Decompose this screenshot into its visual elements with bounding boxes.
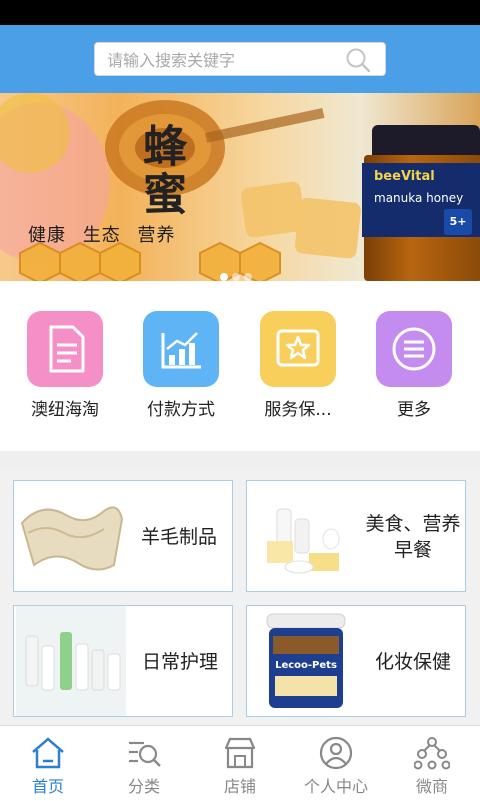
category-more[interactable]: 更多 xyxy=(364,311,464,420)
search-icon[interactable] xyxy=(345,47,371,73)
tab-label: 微商 xyxy=(415,777,448,796)
tab-label: 个人中心 xyxy=(303,777,368,796)
search-input[interactable] xyxy=(107,49,337,71)
tab-profile[interactable]: 个人中心 xyxy=(288,726,384,801)
tab-category[interactable]: 分类 xyxy=(96,726,192,801)
product-tile-wool[interactable]: 羊毛制品 xyxy=(13,480,233,592)
category-payment[interactable]: 付款方式 xyxy=(131,311,231,420)
wool-product-image xyxy=(20,506,124,571)
carousel-dot[interactable] xyxy=(232,273,240,281)
category-label: 澳纽海淘 xyxy=(31,400,99,420)
category-label: 服务保... xyxy=(264,400,332,420)
product-label: 美食、营养早餐 xyxy=(365,513,461,561)
carousel-dot[interactable] xyxy=(244,273,252,281)
home-icon xyxy=(32,737,64,769)
honey-jar-image: beeVital manuka honey 5+ xyxy=(362,125,480,281)
bottom-tab-bar: 首页 分类 店铺 个人中心 微商 xyxy=(0,725,480,800)
skincare-product-image xyxy=(16,606,126,716)
category-service[interactable]: 服务保... xyxy=(248,311,348,420)
header xyxy=(0,25,480,93)
pet-health-product-image: Lecoo-Pets xyxy=(266,613,346,708)
star-badge-icon xyxy=(260,311,336,387)
banner-tagline: 健康 生态 营养 xyxy=(28,225,176,246)
product-label: 羊毛制品 xyxy=(140,526,217,548)
promo-banner[interactable]: 蜂蜜 健康 生态 营养 beeVital manuka honey 5+ xyxy=(0,93,480,281)
search-box[interactable] xyxy=(94,42,386,76)
category-label: 付款方式 xyxy=(147,400,215,420)
section-divider xyxy=(0,451,480,469)
menu-icon xyxy=(376,311,452,387)
tab-label: 分类 xyxy=(127,777,160,796)
carousel-dot[interactable] xyxy=(220,273,228,281)
product-tile-health[interactable]: Lecoo-Pets 化妆保健 xyxy=(246,605,466,717)
tab-label: 店铺 xyxy=(223,777,256,796)
store-icon xyxy=(224,737,256,769)
category-search-icon xyxy=(129,741,161,767)
user-icon xyxy=(319,736,353,770)
tab-weishang[interactable]: 微商 xyxy=(384,726,480,801)
jar-subtitle: manuka honey xyxy=(374,191,464,205)
tab-store[interactable]: 店铺 xyxy=(192,726,288,801)
jar-badge: 5+ xyxy=(444,209,472,235)
dairy-product-image xyxy=(267,508,340,574)
banner-title: 蜂蜜 xyxy=(135,123,186,219)
document-icon xyxy=(27,311,103,387)
tab-home[interactable]: 首页 xyxy=(0,726,96,801)
product-label: 日常护理 xyxy=(141,651,218,673)
product-tile-care[interactable]: 日常护理 xyxy=(13,605,233,717)
network-icon xyxy=(414,737,450,770)
category-label: 更多 xyxy=(397,400,431,420)
product-tile-food[interactable]: 美食、营养早餐 xyxy=(246,480,466,592)
status-bar xyxy=(0,0,480,25)
product-grid: 羊毛制品 美食、营养早餐 日常护理 Lecoo-Pets 化妆保健 xyxy=(0,469,480,725)
chart-icon xyxy=(143,311,219,387)
tab-label: 首页 xyxy=(31,777,64,796)
jar-brand: beeVital xyxy=(374,169,435,184)
category-shortcuts: 澳纽海淘 付款方式 服务保... 更多 xyxy=(0,281,480,451)
category-haitao[interactable]: 澳纽海淘 xyxy=(15,311,115,420)
product-label: 化妆保健 xyxy=(374,651,451,673)
carousel-indicator[interactable] xyxy=(218,266,254,281)
svg-text:Lecoo-Pets: Lecoo-Pets xyxy=(275,660,337,671)
